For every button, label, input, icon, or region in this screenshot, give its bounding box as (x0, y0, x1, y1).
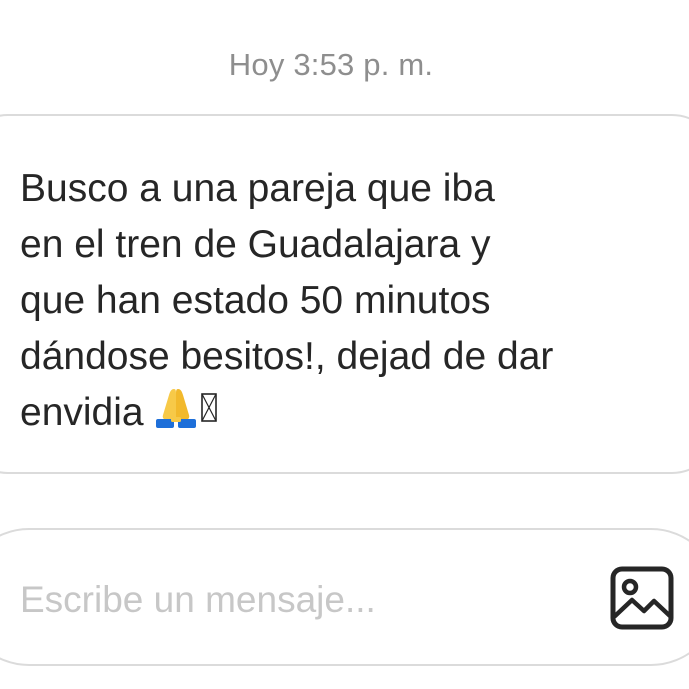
message-text: Busco a una pareja que iba en el tren de… (20, 167, 554, 434)
image-gallery-icon (610, 566, 674, 630)
image-gallery-button[interactable] (610, 566, 674, 630)
folded-hands-icon (154, 389, 218, 431)
message-timestamp: Hoy 3:53 p. m. (228, 47, 434, 82)
chat-screen: Hoy 3:53 p. m. Busco a una pareja que ib… (0, 0, 689, 689)
message-input[interactable] (20, 575, 580, 625)
message-text-container: Busco a una pareja que iba en el tren de… (20, 161, 680, 441)
